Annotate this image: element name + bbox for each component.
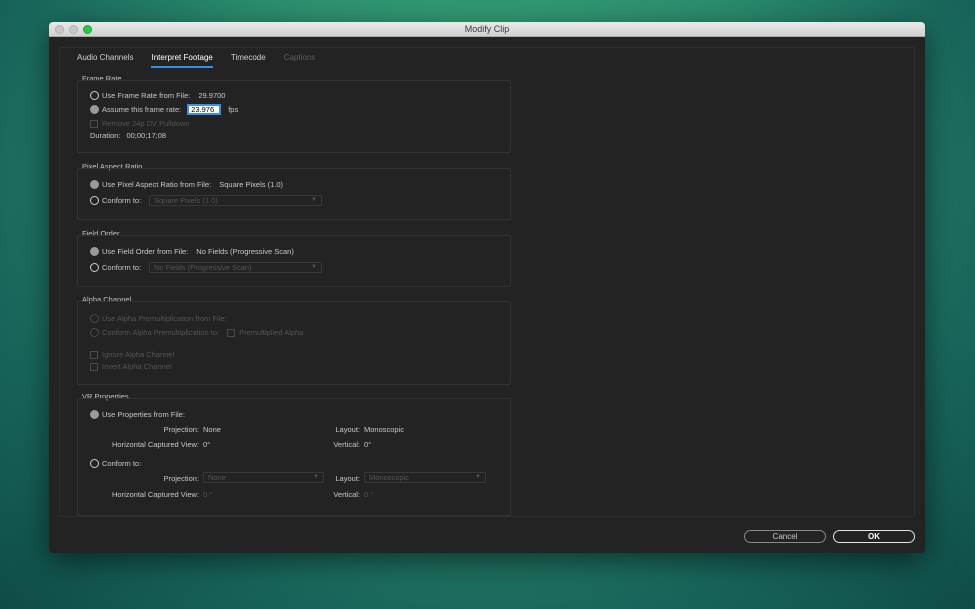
select-value: None <box>208 473 226 482</box>
conform-projection-label: Projection: <box>163 474 199 483</box>
ignore-alpha-option: Ignore Alpha Channel <box>90 350 174 359</box>
chevron-down-icon: ▼ <box>311 264 317 270</box>
conform-layout-label: Layout: <box>335 474 360 483</box>
title-bar[interactable]: Modify Clip <box>49 22 925 37</box>
remove-pulldown-label: Remove 24p DV Pulldown <box>102 119 190 128</box>
vr-conform-option[interactable]: Conform to: <box>90 459 141 468</box>
vr-use-file-option[interactable]: Use Properties from File: <box>90 410 185 419</box>
alpha-use-file-option: Use Alpha Premultiplication from File: <box>90 314 227 323</box>
chevron-down-icon: ▼ <box>475 474 481 480</box>
frame-rate-use-file-label: Use Frame Rate from File: <box>102 91 191 100</box>
select-value: Square Pixels (1.0) <box>154 196 218 205</box>
premultiplied-label: Premultiplied Alpha <box>239 328 304 337</box>
radio-button[interactable] <box>90 91 99 100</box>
tab-bar: Audio Channels Interpret Footage Timecod… <box>68 53 324 68</box>
ok-button[interactable]: OK <box>833 530 915 543</box>
vertical-label: Vertical: <box>333 440 360 449</box>
fps-unit: fps <box>228 105 239 114</box>
projection-value: None <box>203 425 221 434</box>
alpha-conform-option: Conform Alpha Premultiplication to: Prem… <box>90 328 303 337</box>
pixel-aspect-use-file-option[interactable]: Use Pixel Aspect Ratio from File: Square… <box>90 180 283 189</box>
checkbox <box>90 119 98 128</box>
invert-alpha-label: Invert Alpha Channel <box>102 362 172 371</box>
tab-timecode[interactable]: Timecode <box>222 53 275 67</box>
radio-button-selected[interactable] <box>90 105 99 114</box>
cancel-button[interactable]: Cancel <box>744 530 826 543</box>
frame-rate-assume-label: Assume this frame rate: <box>102 105 182 114</box>
radio-button-selected[interactable] <box>90 247 99 256</box>
window-title: Modify Clip <box>464 24 510 34</box>
ignore-alpha-label: Ignore Alpha Channel <box>102 350 175 359</box>
select-value: No Fields (Progressive Scan) <box>154 263 252 272</box>
pixel-aspect-conform-label: Conform to: <box>102 196 142 205</box>
pixel-aspect-group <box>77 168 511 220</box>
radio-button-selected[interactable] <box>90 410 99 419</box>
radio-button[interactable] <box>90 263 99 272</box>
select-value: Monoscopic <box>369 473 410 482</box>
radio-button <box>90 314 99 323</box>
pixel-aspect-conform-option[interactable]: Conform to: <box>90 196 141 205</box>
field-order-conform-label: Conform to: <box>102 263 142 272</box>
frame-rate-use-file-option[interactable]: Use Frame Rate from File: 29.9700 <box>90 91 225 100</box>
pixel-aspect-file-value: Square Pixels (1.0) <box>219 180 283 189</box>
conform-horizontal-view-label: Horizontal Captured View: <box>112 490 199 499</box>
checkbox <box>90 362 98 371</box>
chevron-down-icon: ▼ <box>311 197 317 203</box>
modify-clip-dialog: Modify Clip Audio Channels Interpret Foo… <box>49 22 925 553</box>
duration-row: Duration: 00;00;17;08 <box>90 131 166 140</box>
vr-use-file-label: Use Properties from File: <box>102 410 185 419</box>
vr-conform-label: Conform to: <box>102 459 142 468</box>
frame-rate-assume-option[interactable]: Assume this frame rate: 23.976 fps <box>90 104 238 115</box>
checkbox <box>227 328 236 337</box>
horizontal-view-label: Horizontal Captured View: <box>112 440 199 449</box>
projection-label: Projection: <box>163 425 199 434</box>
tab-interpret-footage[interactable]: Interpret Footage <box>142 53 221 68</box>
vertical-value: 0° <box>364 440 372 449</box>
checkbox <box>90 350 98 359</box>
pixel-aspect-conform-select: Square Pixels (1.0) ▼ <box>149 195 322 206</box>
conform-horizontal-view-value: 0 ° <box>203 490 213 499</box>
duration-value: 00;00;17;08 <box>126 131 167 140</box>
field-order-group <box>77 235 511 287</box>
conform-vertical-value: 0 ° <box>364 490 374 499</box>
field-order-file-value: No Fields (Progressive Scan) <box>196 247 294 256</box>
field-order-use-file-option[interactable]: Use Field Order from File: No Fields (Pr… <box>90 247 294 256</box>
field-order-use-file-label: Use Field Order from File: <box>102 247 189 256</box>
layout-value: Monoscopic <box>364 425 405 434</box>
tab-audio-channels[interactable]: Audio Channels <box>68 53 142 67</box>
pixel-aspect-use-file-label: Use Pixel Aspect Ratio from File: <box>102 180 212 189</box>
field-order-conform-option[interactable]: Conform to: <box>90 263 141 272</box>
radio-button[interactable] <box>90 196 99 205</box>
dialog-content: Audio Channels Interpret Footage Timecod… <box>59 47 915 517</box>
invert-alpha-option: Invert Alpha Channel <box>90 362 172 371</box>
radio-button-selected[interactable] <box>90 180 99 189</box>
alpha-use-file-label: Use Alpha Premultiplication from File: <box>102 314 227 323</box>
conform-vertical-label: Vertical: <box>333 490 360 499</box>
conform-layout-select: Monoscopic ▼ <box>364 472 486 483</box>
horizontal-view-value: 0° <box>203 440 211 449</box>
radio-button <box>90 328 99 337</box>
frame-rate-input[interactable]: 23.976 <box>187 104 222 115</box>
tab-captions: Captions <box>283 53 316 62</box>
radio-button[interactable] <box>90 459 99 468</box>
field-order-conform-select: No Fields (Progressive Scan) ▼ <box>149 262 322 273</box>
duration-label: Duration: <box>90 131 121 140</box>
alpha-conform-label: Conform Alpha Premultiplication to: <box>102 328 220 337</box>
frame-rate-file-value: 29.9700 <box>198 91 226 100</box>
remove-pulldown-option: Remove 24p DV Pulldown <box>90 119 190 128</box>
layout-label: Layout: <box>335 425 360 434</box>
